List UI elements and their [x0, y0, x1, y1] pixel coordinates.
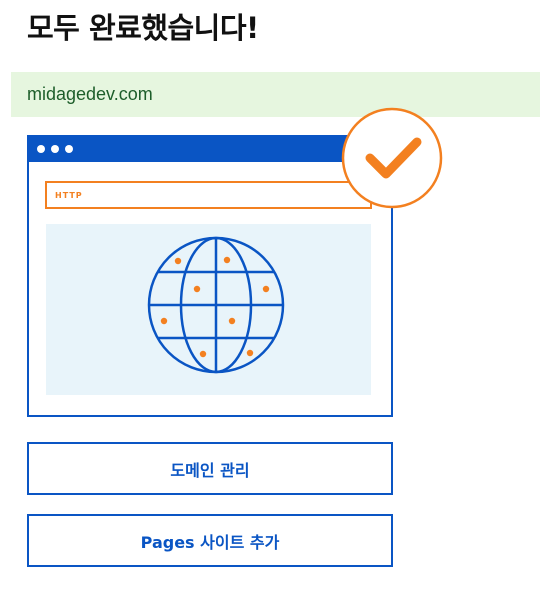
globe-icon [147, 236, 285, 374]
manage-domain-button[interactable]: 도메인 관리 [27, 442, 393, 495]
window-dot-icon [51, 145, 59, 153]
success-badge [341, 107, 443, 209]
browser-illustration: HTTP [27, 107, 443, 417]
url-bar-label: HTTP [55, 191, 83, 200]
window-dot-icon [37, 145, 45, 153]
url-bar [45, 181, 372, 209]
add-pages-site-button[interactable]: Pages 사이트 추가 [27, 514, 393, 567]
window-dot-icon [65, 145, 73, 153]
browser-titlebar [28, 136, 392, 162]
